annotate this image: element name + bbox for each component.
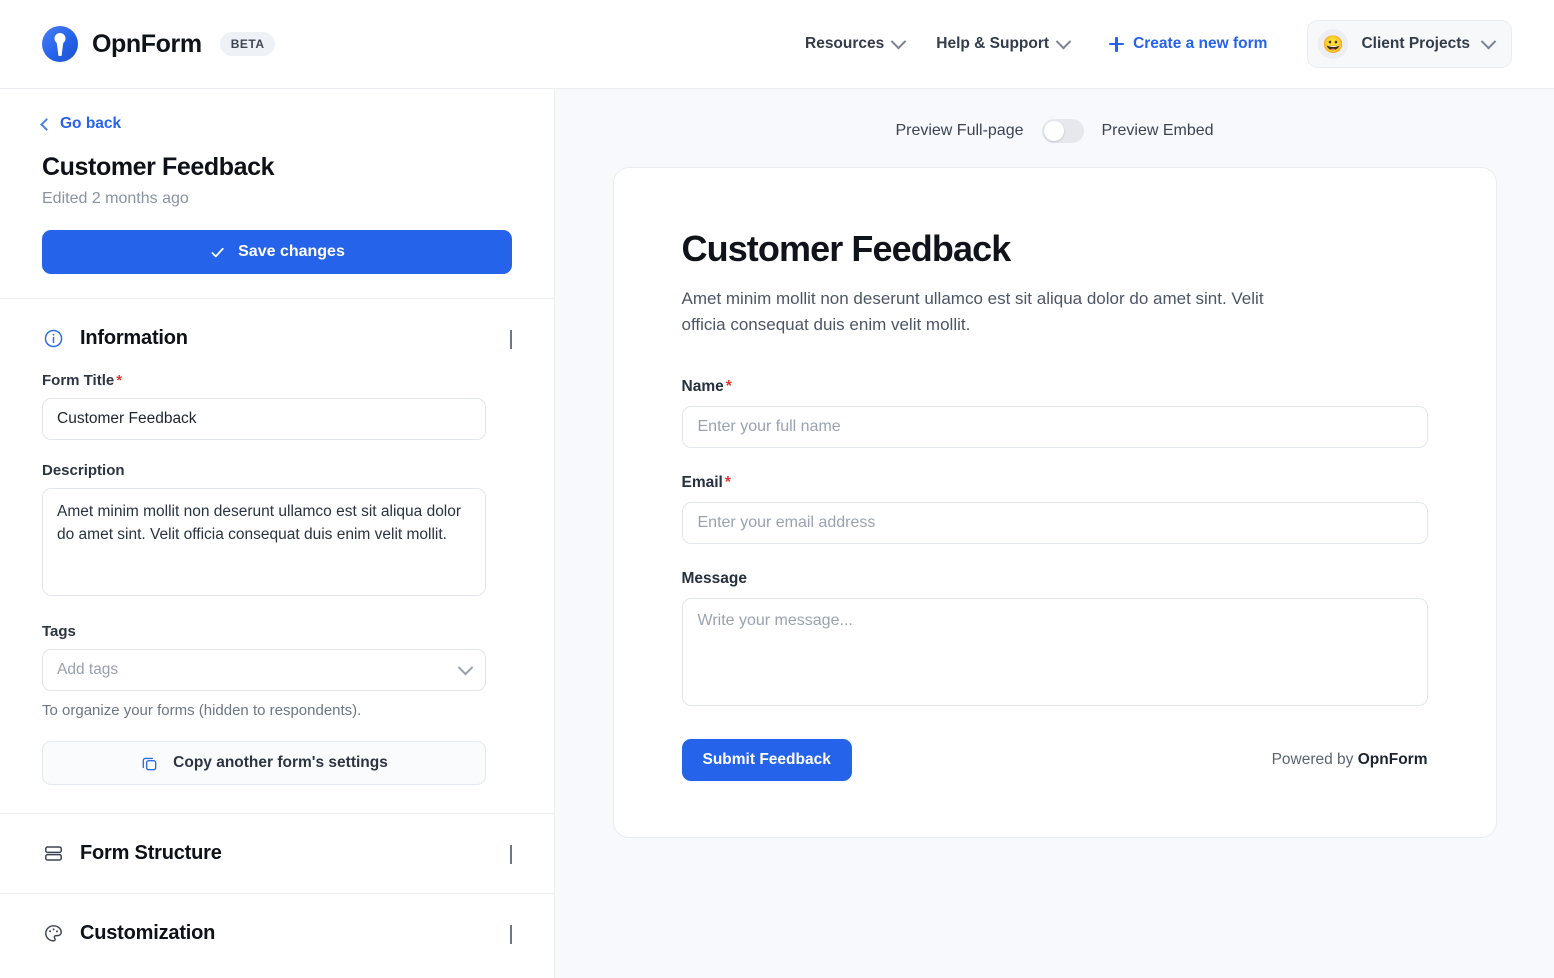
- toggle-knob: [1043, 121, 1064, 141]
- sidebar-section-information: Information Form Title* Description Tags…: [0, 299, 554, 785]
- workspace-switcher[interactable]: 😀 Client Projects: [1307, 20, 1512, 68]
- tags-select[interactable]: Add tags: [42, 649, 486, 691]
- page-title: Customer Feedback: [42, 153, 275, 181]
- field-tags: Tags Add tags To organize your forms (hi…: [42, 623, 512, 719]
- required-asterisk: *: [725, 377, 732, 395]
- preview-message-label-text: Message: [681, 569, 747, 587]
- last-edited-text: Edited 2 months ago: [42, 190, 189, 207]
- section-header-customization[interactable]: Customization: [42, 894, 512, 973]
- preview-message-label: Message: [682, 570, 1428, 588]
- nav-item-help-support-label: Help & Support: [936, 35, 1050, 52]
- chevron-left-icon: [40, 117, 53, 131]
- section-toggle-customization[interactable]: [510, 924, 512, 944]
- chevron-down-icon: [510, 844, 512, 864]
- form-preview-card: Customer Feedback Amet minim mollit non …: [612, 167, 1497, 838]
- chevron-down-icon: [1480, 33, 1497, 49]
- top-nav-right-group: Resources Help & Support Create a new fo…: [789, 20, 1512, 68]
- nav-item-help-support[interactable]: Help & Support: [920, 26, 1085, 62]
- section-header-information[interactable]: Information: [42, 299, 512, 350]
- chevron-down-icon: [1055, 33, 1072, 49]
- nav-item-resources-label: Resources: [805, 35, 885, 52]
- save-changes-button[interactable]: Save changes: [42, 230, 512, 274]
- required-asterisk: *: [116, 372, 123, 389]
- brand-logo[interactable]: OpnForm BETA: [42, 26, 276, 62]
- powered-by-prefix: Powered by: [1271, 750, 1358, 768]
- avatar: 😀: [1318, 29, 1349, 59]
- create-new-form-label: Create a new form: [1133, 35, 1268, 52]
- section-title-customization: Customization: [80, 922, 216, 944]
- chevron-down-icon: [890, 33, 907, 49]
- form-title-label: Form Title *: [42, 372, 512, 389]
- tags-label: Tags: [42, 623, 76, 640]
- form-editor-sidebar: Go back Customer Feedback Edited 2 month…: [0, 89, 555, 978]
- preview-mode-toggle[interactable]: [1041, 119, 1084, 143]
- powered-by-brand: OpnForm: [1357, 750, 1428, 768]
- chevron-down-icon: [510, 924, 512, 944]
- preview-mode-toggle-bar: Preview Full-page Preview Embed: [555, 89, 1554, 143]
- preview-field-name: Name *: [681, 378, 1428, 448]
- preview-field-email: Email *: [681, 474, 1428, 544]
- save-changes-label: Save changes: [238, 243, 345, 260]
- section-toggle-information[interactable]: [510, 329, 512, 349]
- tags-placeholder-text: Add tags: [57, 661, 119, 678]
- palette-icon: [42, 923, 64, 945]
- sidebar-header: Go back Customer Feedback Edited 2 month…: [0, 89, 554, 298]
- go-back-link[interactable]: Go back: [40, 115, 122, 133]
- go-back-label: Go back: [60, 115, 122, 132]
- preview-email-input[interactable]: [681, 501, 1428, 544]
- section-toggle-form-structure[interactable]: [510, 844, 512, 864]
- workspace-name: Client Projects: [1361, 35, 1470, 52]
- form-preview-footer: Submit Feedback Powered by OpnForm: [681, 738, 1428, 781]
- copy-icon: [142, 757, 157, 770]
- brand-name: OpnForm: [92, 29, 202, 58]
- sidebar-section-form-structure: Form Structure: [0, 814, 554, 893]
- preview-message-textarea[interactable]: [681, 597, 1428, 706]
- submit-feedback-button[interactable]: Submit Feedback: [681, 738, 852, 781]
- copy-form-settings-label: Copy another form's settings: [173, 754, 388, 771]
- sidebar-section-customization: Customization: [0, 894, 554, 973]
- form-preview-title: Customer Feedback: [681, 228, 1012, 269]
- preview-fullpage-label[interactable]: Preview Full-page: [895, 122, 1023, 140]
- section-title-information: Information: [80, 327, 188, 349]
- section-header-form-structure[interactable]: Form Structure: [42, 814, 512, 893]
- preview-field-message: Message: [681, 570, 1428, 711]
- preview-panel: Preview Full-page Preview Embed Customer…: [555, 89, 1554, 978]
- check-icon: [211, 247, 224, 257]
- field-form-title: Form Title *: [42, 372, 512, 440]
- chevron-down-icon: [457, 659, 474, 675]
- preview-email-label: Email *: [682, 474, 1428, 492]
- form-title-label-text: Form Title: [42, 372, 115, 389]
- required-asterisk: *: [724, 473, 731, 491]
- app-body: Go back Customer Feedback Edited 2 month…: [0, 89, 1554, 978]
- form-preview-description: Amet minim mollit non deserunt ullamco e…: [681, 289, 1264, 334]
- description-textarea[interactable]: [42, 488, 486, 596]
- beta-badge: BETA: [219, 32, 276, 56]
- chevron-up-icon: [510, 329, 512, 349]
- preview-name-label-text: Name: [681, 377, 724, 395]
- description-label: Description: [42, 462, 125, 479]
- preview-name-input[interactable]: [681, 405, 1428, 448]
- rows-icon: [42, 843, 64, 865]
- tags-helper-text: To organize your forms (hidden to respon…: [42, 702, 362, 719]
- preview-email-label-text: Email: [681, 473, 723, 491]
- preview-embed-label[interactable]: Preview Embed: [1102, 122, 1214, 140]
- top-navigation-bar: OpnForm BETA Resources Help & Support Cr…: [0, 0, 1554, 89]
- powered-by-text: Powered by OpnForm: [1272, 751, 1428, 769]
- form-title-input[interactable]: [42, 398, 486, 440]
- opnform-logo-icon: [42, 26, 78, 62]
- plus-icon: [1109, 36, 1125, 52]
- nav-item-resources[interactable]: Resources: [789, 26, 920, 62]
- section-title-form-structure: Form Structure: [80, 842, 222, 864]
- field-description: Description: [42, 462, 512, 601]
- preview-name-label: Name *: [682, 378, 1428, 396]
- create-new-form-button[interactable]: Create a new form: [1095, 26, 1281, 62]
- copy-form-settings-button[interactable]: Copy another form's settings: [42, 741, 486, 785]
- info-circle-icon: [42, 328, 64, 350]
